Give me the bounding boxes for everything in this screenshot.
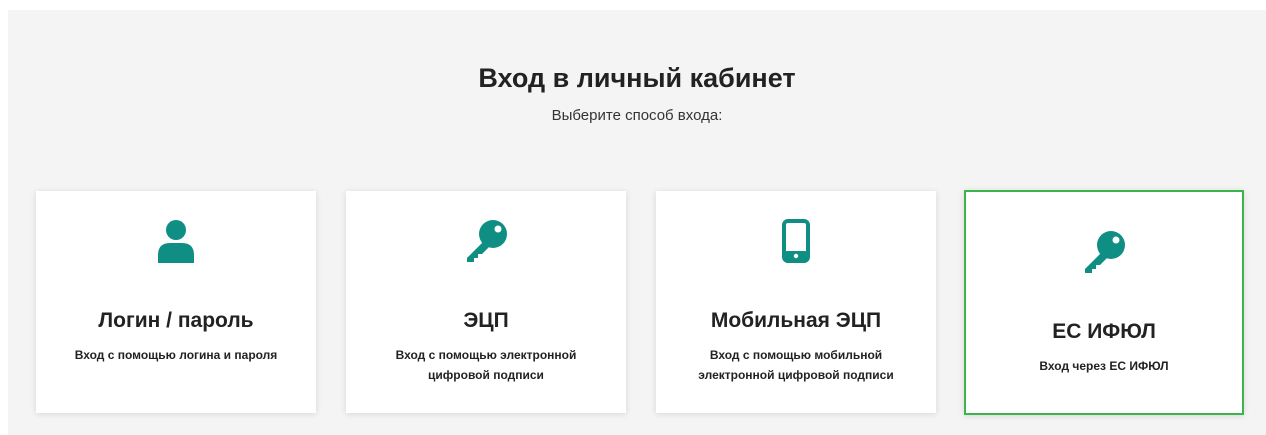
card-title: Логин / пароль	[98, 309, 254, 332]
key-icon	[966, 228, 1242, 276]
mobile-ecp-card[interactable]: Мобильная ЭЦП Вход с помощью мобильной э…	[656, 191, 936, 413]
login-panel: Вход в личный кабинет Выберите способ вх…	[8, 10, 1266, 435]
card-title: Мобильная ЭЦП	[710, 309, 882, 332]
page-title: Вход в личный кабинет	[478, 63, 796, 93]
card-title: ЕС ИФЮЛ	[1052, 320, 1156, 343]
es-ifyul-card[interactable]: ЕС ИФЮЛ Вход через ЕС ИФЮЛ	[964, 190, 1244, 415]
card-description: Вход с помощью мобильной электронной циф…	[698, 348, 894, 382]
ecp-card[interactable]: ЭЦП Вход с помощью электронной цифровой …	[346, 191, 626, 413]
card-description: Вход с помощью электронной цифровой подп…	[395, 348, 577, 382]
login-password-card[interactable]: Логин / пароль Вход с помощью логина и п…	[36, 191, 316, 413]
key-icon	[346, 217, 626, 265]
card-description: Вход с помощью логина и пароля	[74, 348, 278, 362]
page-subtitle: Выберите способ входа:	[551, 107, 723, 124]
mobile-phone-icon	[656, 217, 936, 265]
card-title: ЭЦП	[463, 309, 509, 332]
user-icon	[36, 217, 316, 265]
card-description: Вход через ЕС ИФЮЛ	[1039, 359, 1169, 373]
